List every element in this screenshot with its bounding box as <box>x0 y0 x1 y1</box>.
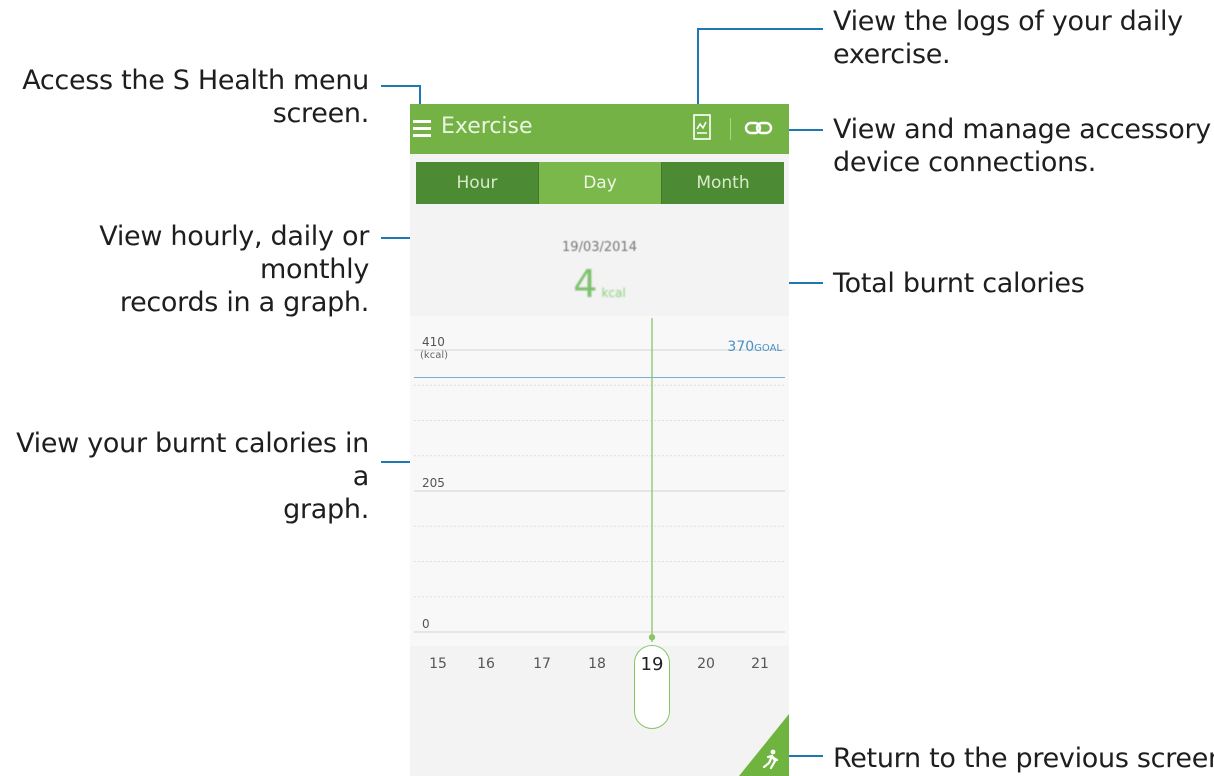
action-bar: Exercise <box>410 104 789 154</box>
app-title: Exercise <box>441 114 533 139</box>
summary-date: 19/03/2014 <box>562 240 637 255</box>
annotation-total-calories: Total burnt calories <box>833 268 1085 299</box>
annotation-accessory: View and manage accessory device connecti… <box>833 114 1211 178</box>
graph-svg: 410 205 0 (kcal) 370GOAL <box>414 318 785 642</box>
annotation-menu: Access the S Health menu screen. <box>22 65 369 129</box>
goal-label: 370GOAL <box>727 339 782 355</box>
callout-line-logs-h <box>697 28 823 30</box>
data-point <box>648 634 656 641</box>
day-selector[interactable]: 15 16 17 18 19 20 21 <box>410 645 789 729</box>
annotation-graph: View your burnt calories in a graph. <box>16 428 369 525</box>
calorie-summary: 19/03/2014 4 kcal <box>410 216 789 316</box>
tab-month[interactable]: Month <box>662 162 784 204</box>
annotation-logs: View the logs of your daily exercise. <box>833 6 1183 70</box>
goal-text: GOAL <box>754 343 782 354</box>
period-tabs: Hour Day Month <box>416 162 784 204</box>
callout-line-menu-h <box>381 85 421 87</box>
total-calories-unit: kcal <box>601 286 626 300</box>
tab-day[interactable]: Day <box>539 162 662 204</box>
day-label[interactable]: 15 <box>418 656 458 672</box>
day-label[interactable]: 16 <box>466 656 506 672</box>
total-calories-value: 4 <box>573 262 598 306</box>
summary-value-row: 4 kcal <box>410 262 789 306</box>
calorie-graph[interactable]: 410 205 0 (kcal) 370GOAL <box>410 316 789 646</box>
return-button[interactable] <box>739 714 789 776</box>
y-tick-label: 205 <box>422 476 445 490</box>
day-label[interactable]: 21 <box>740 656 780 672</box>
hamburger-icon[interactable] <box>413 118 431 138</box>
day-label[interactable]: 17 <box>522 656 562 672</box>
phone-screen: Exercise Hour Day Month 19/03/2014 4 kcal… <box>410 104 789 776</box>
link-icon[interactable] <box>744 118 774 142</box>
action-bar-divider <box>730 118 731 140</box>
day-label[interactable]: 20 <box>686 656 726 672</box>
log-icon[interactable] <box>693 114 711 144</box>
tab-hour[interactable]: Hour <box>416 162 539 204</box>
day-label[interactable]: 19 <box>632 654 672 675</box>
y-tick-label: 0 <box>422 617 430 631</box>
annotation-return: Return to the previous screen. <box>833 743 1214 774</box>
day-label[interactable]: 18 <box>577 656 617 672</box>
goal-value: 370 <box>727 339 754 355</box>
y-tick-label: 410 <box>422 335 445 349</box>
annotation-period: View hourly, daily or monthly records in … <box>99 221 369 318</box>
callout-line-logs-v <box>697 28 699 114</box>
y-unit-label: (kcal) <box>420 350 448 361</box>
callout-line-return <box>787 755 823 757</box>
